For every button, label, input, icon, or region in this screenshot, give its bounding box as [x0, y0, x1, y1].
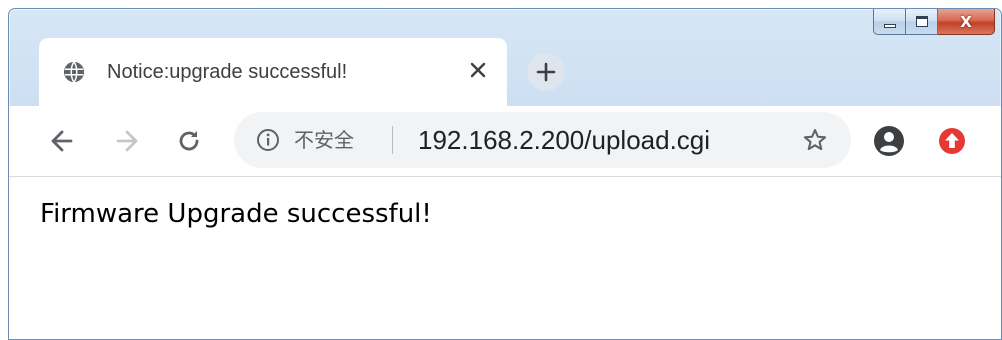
back-button[interactable] [47, 126, 77, 156]
star-icon[interactable] [802, 127, 828, 153]
omnibox-divider [392, 126, 393, 154]
minimize-button[interactable] [873, 9, 906, 35]
arrow-left-icon [51, 130, 73, 152]
security-label[interactable]: 不安全 [294, 128, 354, 152]
close-window-button[interactable]: X [938, 9, 995, 35]
plus-icon [536, 62, 556, 82]
maximize-button[interactable] [906, 9, 938, 35]
browser-window: X Notice:upgrade successful! 不安全 192.168… [8, 8, 1002, 340]
forward-button[interactable] [112, 126, 142, 156]
window-caption-buttons: X [873, 9, 995, 35]
close-icon [470, 62, 486, 78]
arrow-right-icon [116, 130, 138, 152]
tab-active[interactable]: Notice:upgrade successful! [39, 38, 507, 106]
reload-button[interactable] [174, 126, 204, 156]
address-bar[interactable]: 不安全 192.168.2.200/upload.cgi [234, 112, 851, 168]
tab-close-button[interactable] [467, 59, 489, 81]
tab-title: Notice:upgrade successful! [107, 60, 348, 83]
minimize-icon [883, 23, 896, 28]
account-icon[interactable] [873, 125, 905, 157]
reload-icon [179, 131, 199, 151]
maximize-icon [915, 16, 928, 27]
close-icon: X [960, 12, 972, 31]
page-message: Firmware Upgrade successful! [40, 199, 432, 229]
url-text[interactable]: 192.168.2.200/upload.cgi [418, 125, 710, 155]
page-content: Firmware Upgrade successful! [9, 177, 1001, 339]
globe-icon [63, 61, 85, 83]
upgrade-arrow-icon[interactable] [937, 126, 967, 156]
info-icon[interactable] [256, 128, 280, 152]
new-tab-button[interactable] [527, 53, 565, 91]
browser-toolbar: 不安全 192.168.2.200/upload.cgi [9, 106, 1001, 176]
